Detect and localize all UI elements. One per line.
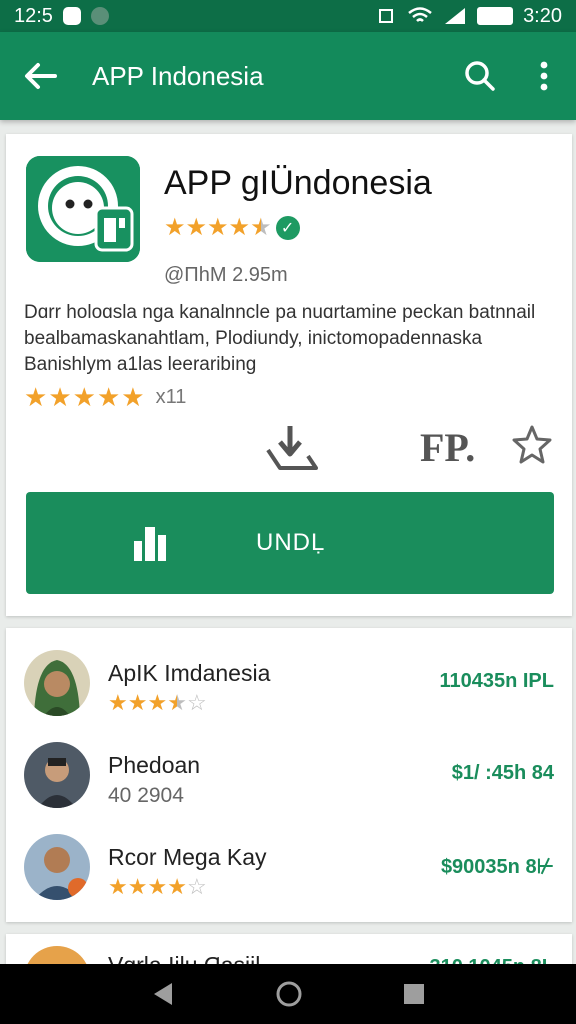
vibrate-icon	[379, 9, 394, 23]
notification-icon	[62, 7, 81, 25]
more-vert-icon	[540, 61, 548, 91]
star-outline-icon	[512, 425, 552, 464]
status-bar: 12:5 3:20	[0, 0, 576, 32]
app-logo-icon	[26, 156, 140, 262]
back-arrow-icon	[25, 63, 57, 89]
nav-back-icon[interactable]	[150, 981, 176, 1007]
star-empty-icon: ☆	[186, 690, 207, 715]
star-icon: ★	[164, 214, 186, 241]
star-icon: ★	[127, 690, 148, 715]
wifi-icon	[408, 7, 432, 22]
star-icon: ★	[108, 874, 128, 899]
star-icon: ★	[228, 214, 251, 241]
app-name: APP gIÜndonesia	[164, 164, 432, 202]
app-meta: @ΠhM 2.95m	[164, 264, 288, 286]
list-item[interactable]: Phedoan 40 2904 $1/ :45h 84	[6, 728, 572, 818]
list-item[interactable]: ApIK Imdanesia ★ ★ ★ ★ ☆ 110435n IPL	[6, 636, 572, 726]
avatar	[24, 650, 90, 716]
verified-badge-icon: ✓	[275, 216, 300, 240]
star-icon: ★	[207, 214, 229, 241]
avatar	[24, 742, 90, 808]
search-button[interactable]	[448, 32, 512, 120]
star-icon: ★	[147, 690, 168, 715]
star-icon: ★	[108, 690, 128, 715]
search-icon	[465, 61, 495, 91]
star-icon: ★	[167, 874, 187, 899]
star-empty-icon: ☆	[186, 874, 207, 899]
list-item-rating: ★ ★ ★ ★ ☆	[108, 692, 207, 714]
app-logo[interactable]	[26, 156, 140, 262]
nav-home-icon[interactable]	[275, 980, 303, 1008]
app-rating-stars: ★ ★ ★ ★ ★ ✓	[164, 216, 300, 240]
star-icon: ★	[185, 214, 208, 241]
favorite-button[interactable]	[512, 424, 552, 464]
star-half-icon: ★	[250, 214, 272, 241]
status-time-right: 3:20	[523, 4, 562, 27]
nav-recents-icon[interactable]	[402, 982, 426, 1006]
install-label: UNDḶ	[256, 529, 326, 556]
review-count: x11	[155, 385, 187, 408]
sync-icon	[90, 7, 109, 25]
signal-icon	[445, 8, 466, 24]
back-button[interactable]	[0, 32, 80, 120]
star-icon: ★	[121, 382, 145, 412]
list-item-value: $90035n 8⊬	[440, 856, 554, 878]
star-icon: ★	[96, 382, 121, 412]
star-icon: ★	[127, 874, 148, 899]
list-item[interactable]: Rcor Mega Kay ★ ★ ★ ★ ☆ $90035n 8⊬	[6, 820, 572, 910]
avatar-image	[24, 742, 90, 808]
app-detail-card: APP gIÜndonesia ★ ★ ★ ★ ★ ✓ @ΠhM 2.95m D…	[6, 134, 572, 616]
bar-chart-icon	[134, 527, 166, 561]
avatar-image	[24, 834, 90, 900]
app-description: Dɑrr holoɑsla nga kanalnncle pa nuɑrtami…	[24, 302, 536, 375]
list-item-name: Rcor Mega Kay	[108, 844, 267, 870]
list-item-subtext: 40 2904	[108, 784, 184, 808]
star-half-icon: ★	[167, 690, 187, 715]
status-time-left: 12:5	[14, 4, 53, 27]
star-icon: ★	[48, 382, 72, 412]
install-button[interactable]: UNDḶ	[26, 492, 554, 594]
star-icon: ★	[147, 874, 168, 899]
system-nav-bar	[0, 964, 576, 1024]
list-item-value: $1/ :45h 84	[451, 762, 554, 784]
download-button[interactable]	[262, 424, 322, 472]
related-apps-list: ApIK Imdanesia ★ ★ ★ ★ ☆ 110435n IPL Phe…	[6, 628, 572, 922]
battery-icon	[477, 7, 514, 25]
list-item-value: 110435n IPL	[439, 670, 554, 692]
review-rating-row: ★ ★ ★ ★ ★ x11	[24, 384, 186, 410]
more-options-button[interactable]	[512, 32, 576, 120]
list-item-rating: ★ ★ ★ ★ ☆	[108, 876, 207, 898]
fp-button[interactable]: FP.	[420, 424, 475, 471]
list-item-name: ApIK Imdanesia	[108, 660, 271, 686]
download-icon	[266, 426, 318, 470]
avatar-image	[24, 650, 90, 716]
list-item-name: Phedoan	[108, 752, 201, 778]
list-item-subtext-label: 40 2904	[108, 784, 184, 807]
star-icon: ★	[72, 382, 96, 412]
app-bar: APP Indonesia	[0, 32, 576, 120]
page-title: APP Indonesia	[92, 60, 264, 91]
star-icon: ★	[24, 382, 48, 412]
avatar	[24, 834, 90, 900]
